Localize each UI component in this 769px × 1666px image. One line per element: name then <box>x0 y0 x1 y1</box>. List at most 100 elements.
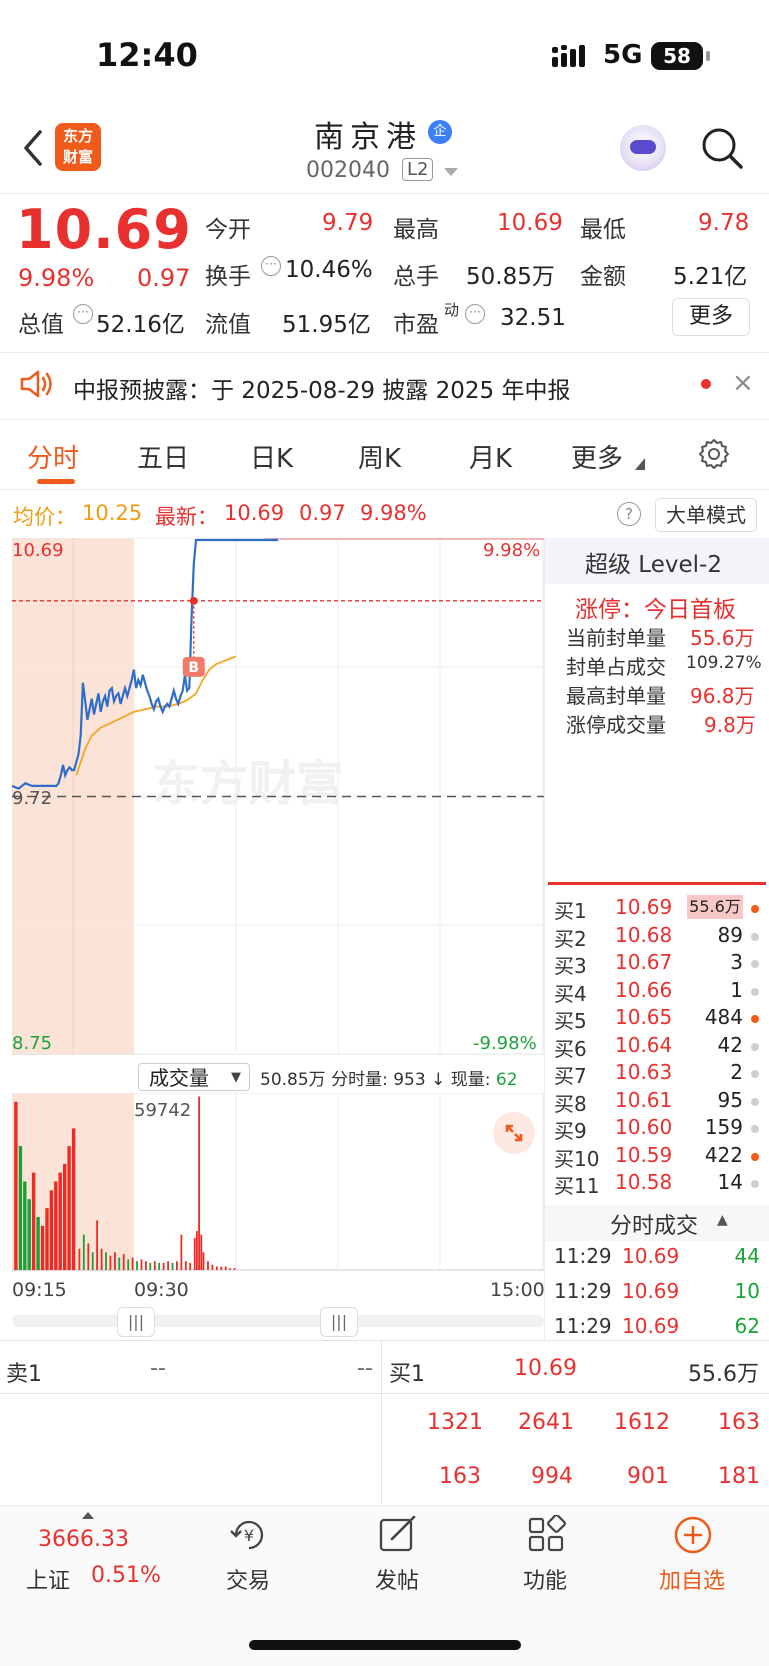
order-level-label: 买10 <box>554 1146 600 1171</box>
logo-line2: 财富 <box>62 148 93 166</box>
volume-bar <box>14 1101 18 1270</box>
y-label-bottom: 8.75 <box>12 1033 53 1054</box>
order-row: 买5 10.65 484 <box>545 1005 769 1033</box>
more-dots-icon[interactable]: ··· <box>261 256 281 276</box>
expand-icon[interactable] <box>493 1112 535 1154</box>
divider <box>381 1340 382 1504</box>
yen-cycle-icon[interactable]: ¥ <box>228 1515 270 1559</box>
back-icon[interactable] <box>18 128 48 168</box>
order-price: 10.65 <box>615 1005 673 1029</box>
stock-code[interactable]: 002040 <box>306 158 390 183</box>
volume-bar <box>153 1261 156 1270</box>
volume-bar <box>220 1266 223 1270</box>
close-icon[interactable]: × <box>732 368 754 398</box>
grid-icon[interactable] <box>527 1514 567 1559</box>
chevron-up-icon[interactable] <box>82 1512 94 1519</box>
tab-more-arrow-icon <box>635 458 645 470</box>
range-handle-left[interactable]: ||| <box>117 1307 155 1337</box>
order-volume: 95 <box>717 1087 743 1112</box>
volume-bar <box>145 1261 147 1270</box>
queue-order: 901 <box>627 1464 669 1489</box>
volume-bar <box>122 1254 125 1270</box>
stat-value-float-cap: 51.95亿 <box>282 312 371 338</box>
tab-week-k[interactable]: 周K <box>358 438 401 475</box>
x-label-close: 15:00 <box>490 1279 545 1301</box>
edit-icon[interactable] <box>378 1515 418 1559</box>
tab-month-k[interactable]: 月K <box>469 438 512 475</box>
volume-bar <box>167 1261 169 1270</box>
intraday-price-chart[interactable]: 东方财富 B <box>12 538 544 1055</box>
more-dots-icon[interactable]: ··· <box>465 304 485 324</box>
order-level-label: 买5 <box>554 1009 587 1033</box>
order-level-label: 买2 <box>554 926 587 951</box>
volume-bar <box>233 1268 236 1270</box>
ticks-list[interactable]: 11:29 10.69 44 11:29 10.69 10 11:29 10.6… <box>545 1240 769 1338</box>
max-seal-value: 96.8万 <box>690 684 755 708</box>
tick-price: 10.69 <box>622 1244 680 1268</box>
order-dot <box>751 1070 759 1078</box>
volume-bar <box>36 1216 40 1270</box>
order-dot <box>751 1180 759 1188</box>
volume-bar <box>211 1264 214 1270</box>
svg-text:¥: ¥ <box>244 1526 254 1545</box>
volume-bar <box>198 1096 200 1270</box>
order-level-label: 买7 <box>554 1064 587 1088</box>
avg-price-label: 均价： <box>13 505 76 529</box>
more-button[interactable]: 更多 <box>672 298 750 336</box>
stat-label-open: 今开 <box>205 217 251 243</box>
tab-five-day[interactable]: 五日 <box>137 438 189 475</box>
search-icon[interactable] <box>700 126 744 174</box>
chevron-up-icon[interactable]: ▲ <box>717 1212 728 1228</box>
volume-chart[interactable] <box>12 1093 544 1271</box>
app-logo: 东方 财富 <box>55 123 101 171</box>
tick-volume: 62 <box>734 1314 760 1338</box>
nav-add-watchlist-label[interactable]: 加自选 <box>659 1563 725 1595</box>
tab-day-k[interactable]: 日K <box>250 438 293 475</box>
buy-marker-point <box>189 596 198 605</box>
order-book[interactable]: 买1 10.69 55.6万 买2 10.68 89 买3 10.67 3 买4 10.66 1… <box>545 895 769 1205</box>
stock-name: 南京港 <box>314 120 422 155</box>
nav-post-label[interactable]: 发帖 <box>375 1563 419 1595</box>
stat-label-pe-sup: 动 <box>444 301 460 319</box>
volume-tick-value: 953 <box>393 1070 426 1090</box>
ai-assistant-icon[interactable] <box>620 125 666 171</box>
help-icon[interactable]: ? <box>617 502 641 526</box>
nav-trade-label[interactable]: 交易 <box>226 1563 270 1595</box>
plus-circle-icon[interactable] <box>673 1515 713 1559</box>
order-row: 买10 10.59 422 <box>545 1143 769 1171</box>
indicator-select[interactable]: 成交量 ▼ <box>138 1063 250 1091</box>
volume-bar <box>49 1190 54 1270</box>
time-range-scrollbar[interactable] <box>12 1315 544 1327</box>
index-pct[interactable]: 0.51% <box>91 1563 161 1588</box>
order-price: 10.61 <box>615 1087 673 1112</box>
order-row: 买9 10.60 159 <box>545 1115 769 1143</box>
order-level-label: 买1 <box>554 899 587 923</box>
gear-icon[interactable] <box>697 437 731 475</box>
order-price: 10.64 <box>615 1032 673 1057</box>
volume-bar <box>100 1248 103 1270</box>
nav-function-label[interactable]: 功能 <box>523 1563 567 1595</box>
latest-change: 0.97 <box>299 501 346 525</box>
range-handle-right[interactable]: ||| <box>320 1307 358 1337</box>
index-value[interactable]: 3666.33 <box>38 1527 129 1552</box>
order-dot <box>751 960 759 968</box>
order-row: 买8 10.61 95 <box>545 1087 769 1116</box>
big-order-mode-button[interactable]: 大单模式 <box>655 498 757 532</box>
y-label-top: 10.69 <box>12 540 64 561</box>
ticks-title: 分时成交 <box>610 1214 699 1239</box>
more-dots-icon[interactable]: ··· <box>73 304 93 324</box>
tab-intraday[interactable]: 分时 <box>27 438 79 475</box>
index-name[interactable]: 上证 <box>26 1563 70 1595</box>
volume-tick-label: 分时量: <box>331 1070 388 1090</box>
queue-order: 2641 <box>518 1410 574 1435</box>
stat-value-open: 9.79 <box>322 210 374 236</box>
queue-order: 1612 <box>614 1410 670 1435</box>
order-volume: 1 <box>730 977 743 1002</box>
chevron-down-icon[interactable] <box>444 168 458 176</box>
tab-more[interactable]: 更多 <box>571 438 623 475</box>
tick-time: 11:29 <box>554 1279 612 1303</box>
divider <box>0 489 769 490</box>
queue-order: 994 <box>531 1464 573 1489</box>
signal-icon <box>552 45 592 73</box>
sell1-price: -- <box>150 1356 166 1381</box>
